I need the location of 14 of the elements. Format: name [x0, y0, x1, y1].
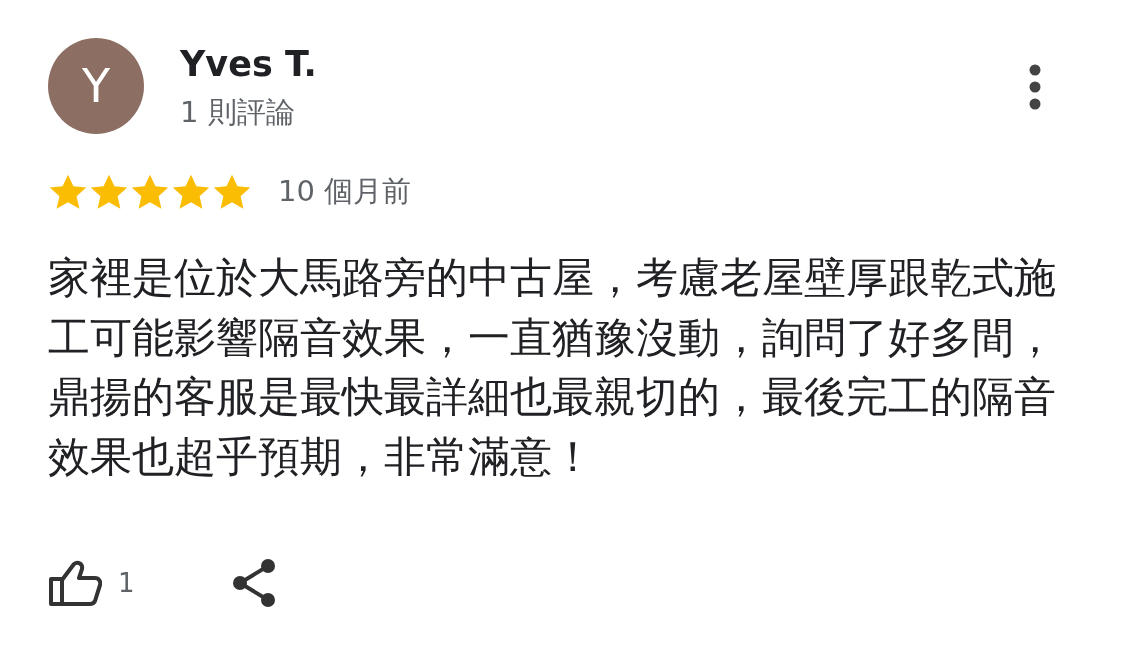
star-icon	[212, 173, 252, 211]
star-icon	[89, 173, 129, 211]
review-count: 1 則評論	[180, 94, 296, 131]
review-text: 家裡是位於大馬路旁的中古屋，考慮老屋壁厚跟乾式施工可能影響隔音效果，一直猶豫沒動，詢問了好多間，鼎揚的客服是最快最詳細也最親切的，最後完工的隔音效果也超乎預期，非常滿意！	[48, 252, 1057, 483]
share-icon[interactable]	[230, 558, 277, 608]
reviewer-name[interactable]: Yves T.	[180, 42, 317, 86]
star-icon	[48, 173, 88, 211]
avatar[interactable]: Y	[48, 38, 144, 134]
review-time: 10 個月前	[278, 173, 412, 210]
thumbs-up-icon[interactable]	[48, 560, 102, 606]
star-icon	[130, 173, 170, 211]
star-icon	[171, 173, 211, 211]
like-count: 1	[118, 568, 135, 598]
more-options-icon[interactable]	[1029, 64, 1041, 110]
